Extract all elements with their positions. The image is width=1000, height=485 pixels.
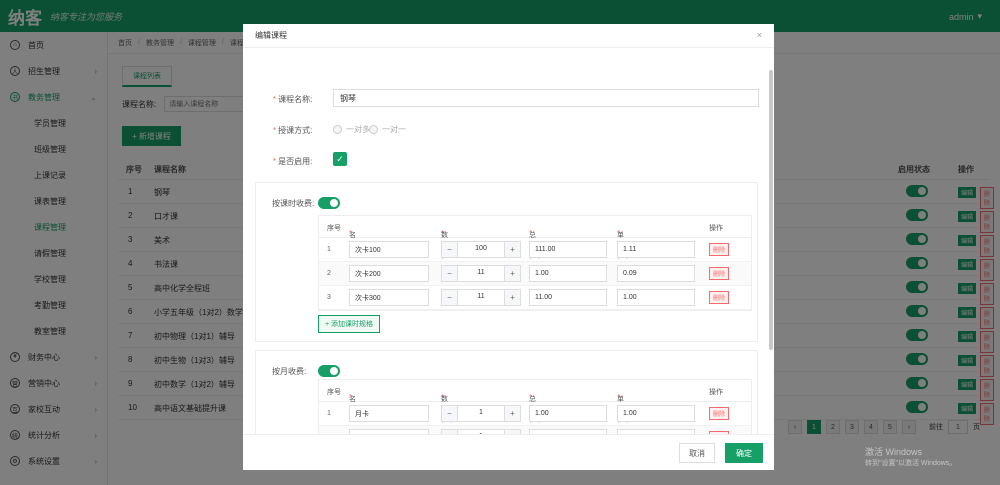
spec-name-input[interactable] [349,405,429,422]
dialog-scrollbar[interactable] [769,70,773,350]
hourly-fee-panel: 按课时收费: 序号 *名称 *数量(课时) *总价(元) *单价(元) 操作 1… [255,182,758,342]
radio-one-to-many[interactable]: 一对多 [333,124,370,135]
spec-row: 2−1+删除 [319,426,751,434]
monthly-fee-label: 按月收费: [272,367,307,376]
column-op: 操作 [709,389,723,396]
total-price-input[interactable] [529,265,607,282]
add-hourly-spec-button[interactable]: + 添加课时规格 [318,315,381,333]
quantity-stepper: −11 + [441,265,521,282]
confirm-button[interactable]: 确定 [725,443,763,463]
spec-name-input[interactable] [349,241,429,258]
edit-course-dialog: 编辑课程 × *课程名称: *授课方式: 一对多 一对一 *是否启用: ✓ 按课… [243,24,774,470]
monthly-spec-table: 序号 *名称 *数量(月) *总价(元) *单价(元) 操作 1−1+删除2−1… [318,379,752,434]
plus-icon[interactable]: + [504,266,520,281]
quantity-stepper: −11 + [441,289,521,306]
hourly-spec-table: 序号 *名称 *数量(课时) *总价(元) *单价(元) 操作 1−100+删除… [318,215,752,311]
minus-icon[interactable]: − [442,266,458,281]
hourly-fee-label: 按课时收费: [272,199,315,208]
column-op: 操作 [709,225,723,232]
dialog-body: *课程名称: *授课方式: 一对多 一对一 *是否启用: ✓ 按课时收费: 序号… [243,48,774,434]
minus-icon[interactable]: − [442,242,458,257]
watermark-subtitle: 转到"设置"以激活 Windows。 [865,460,957,467]
monthly-fee-panel: 按月收费: 序号 *名称 *数量(月) *总价(元) *单价(元) 操作 1−1… [255,350,758,434]
spec-row: 2 −11+ 删除 [319,262,751,286]
monthly-spec-header: 序号 *名称 *数量(月) *总价(元) *单价(元) 操作 [319,380,751,423]
plus-icon[interactable]: + [504,242,520,257]
close-icon[interactable]: × [757,30,762,40]
quantity-stepper: −1+ [441,405,521,422]
spec-index: 3 [327,294,331,301]
check-icon: ✓ [336,153,344,164]
hourly-fee-switch[interactable] [318,197,340,209]
total-price-input[interactable] [529,241,607,258]
windows-activation-watermark: 激活 Windows 转到"设置"以激活 Windows。 [865,446,956,470]
course-name-label: * 课程名称: [273,95,313,104]
course-name-input[interactable] [333,89,759,107]
watermark-title: 激活 Windows [865,447,923,457]
plus-icon[interactable]: + [504,406,520,421]
spec-index: 2 [327,270,331,277]
total-price-input[interactable] [529,405,607,422]
spec-delete-button[interactable]: 删除 [709,407,730,420]
radio-one-to-one[interactable]: 一对一 [369,124,406,135]
monthly-fee-switch[interactable] [318,365,340,377]
plus-icon[interactable]: + [504,290,520,305]
spec-index: 1 [327,246,331,253]
spec-name-input[interactable] [349,265,429,282]
hourly-spec-body: 1−100+删除2−11+删除3−11+删除 [319,238,751,310]
enable-checkbox[interactable]: ✓ [333,152,347,166]
dialog-header: 编辑课程 × [243,24,774,48]
spec-delete-button[interactable]: 删除 [709,291,730,304]
radio-circle-icon [333,125,342,134]
unit-price-input[interactable] [617,405,695,422]
minus-icon[interactable]: − [442,406,458,421]
quantity-stepper: −100 + [441,241,521,258]
quantity-value[interactable]: 100 [458,245,504,252]
quantity-value[interactable]: 1 [458,409,504,416]
spec-row: 3 −11+ 删除 [319,286,751,310]
quantity-value[interactable]: 11 [458,269,504,276]
minus-icon[interactable]: − [442,290,458,305]
unit-price-input[interactable] [617,289,695,306]
monthly-spec-body: 1−1+删除2−1+删除3−1+删除 [319,402,751,434]
cancel-button[interactable]: 取消 [679,443,715,463]
hourly-spec-header: 序号 *名称 *数量(课时) *总价(元) *单价(元) 操作 [319,216,751,269]
column-index: 序号 [327,389,341,396]
unit-price-input[interactable] [617,241,695,258]
dialog-footer: 取消 确定 [243,434,774,470]
dialog-title: 编辑课程 [255,31,287,40]
total-price-input[interactable] [529,289,607,306]
spec-row: 1 −100+ 删除 [319,238,751,262]
quantity-value[interactable]: 11 [458,293,504,300]
column-index: 序号 [327,225,341,232]
spec-delete-button[interactable]: 删除 [709,243,730,256]
spec-name-input[interactable] [349,289,429,306]
enable-label: * 是否启用: [273,157,313,166]
spec-row: 1−1+删除 [319,402,751,426]
spec-delete-button[interactable]: 删除 [709,267,730,280]
radio-circle-icon [369,125,378,134]
spec-index: 1 [327,410,331,417]
unit-price-input[interactable] [617,265,695,282]
teaching-mode-label: * 授课方式: [273,126,313,135]
